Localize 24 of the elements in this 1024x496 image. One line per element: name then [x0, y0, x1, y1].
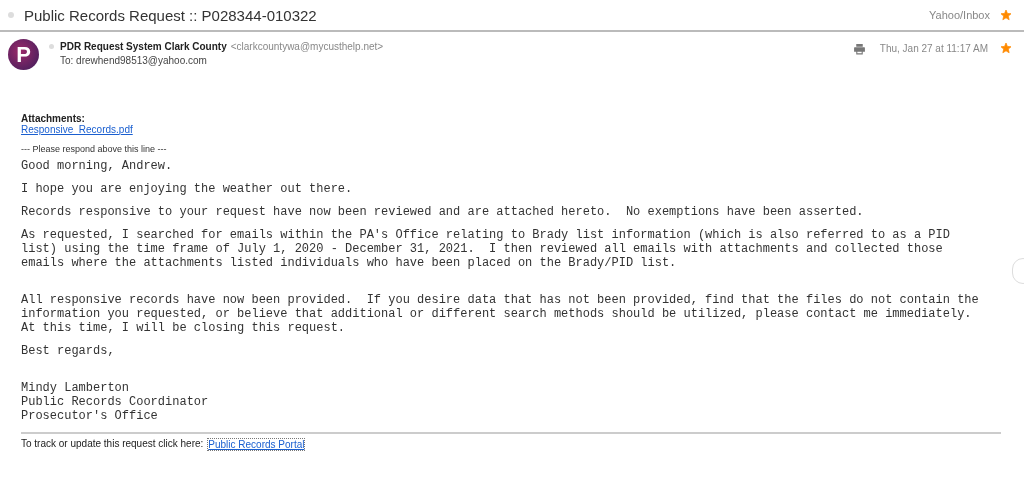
attachment-link[interactable]: Responsive_Records.pdf [21, 124, 133, 135]
star-icon[interactable] [1000, 42, 1012, 54]
unread-dot-icon[interactable] [8, 12, 14, 18]
unread-dot-icon[interactable] [49, 44, 54, 49]
message-paragraph: Records responsive to your request have now been reviewed and are attached hereto. No exemptions have been asserted. [21, 205, 865, 219]
respond-line: --- Please respond above this line --- [21, 144, 168, 154]
attachments-label: Attachments: [21, 113, 86, 124]
message-paragraph: Mindy Lamberton Public Records Coordinator Prosecutor's Office [21, 381, 210, 423]
portal-link[interactable]: Public Records Portal [207, 438, 306, 451]
star-icon[interactable] [1000, 9, 1012, 21]
sender-name[interactable]: PDR Request System Clark County [60, 41, 227, 52]
email-subject: Public Records Request :: P028344-010322 [24, 6, 318, 24]
message-paragraph: Best regards, [21, 344, 116, 360]
recipient-line: To: drewhend98513@yahoo.com [60, 55, 208, 66]
message-paragraph: All responsive records have now been provided. If you desire data that has not been provided, find that the files do not contain the information you requested, or believe that additional or different search methods should be utilized, please contact me immediately. At this time, I will be closing this request. [21, 293, 980, 335]
folder-label: Yahoo/Inbox [929, 9, 990, 21]
print-icon[interactable] [852, 43, 866, 56]
footer-text: To track or update this request click here: [21, 438, 204, 451]
message-paragraph: As requested, I searched for emails within the PA's Office relating to Brady list information (which is also referred to as a PID list) using the time frame of July 1, 2020 - December 31, 2021. I then reviewed all emails with attachments and collected those emails where the attachments listed individuals who have been placed on the Brady/PID list. [21, 228, 951, 272]
message-date: Thu, Jan 27 at 11:17 AM [879, 43, 988, 54]
message-paragraph: Good morning, Andrew. [21, 159, 174, 173]
sender-email: <clarkcountywa@mycusthelp.net> [230, 41, 384, 52]
sender-avatar: P [8, 39, 39, 70]
message-paragraph: I hope you are enjoying the weather out there. [21, 182, 354, 196]
